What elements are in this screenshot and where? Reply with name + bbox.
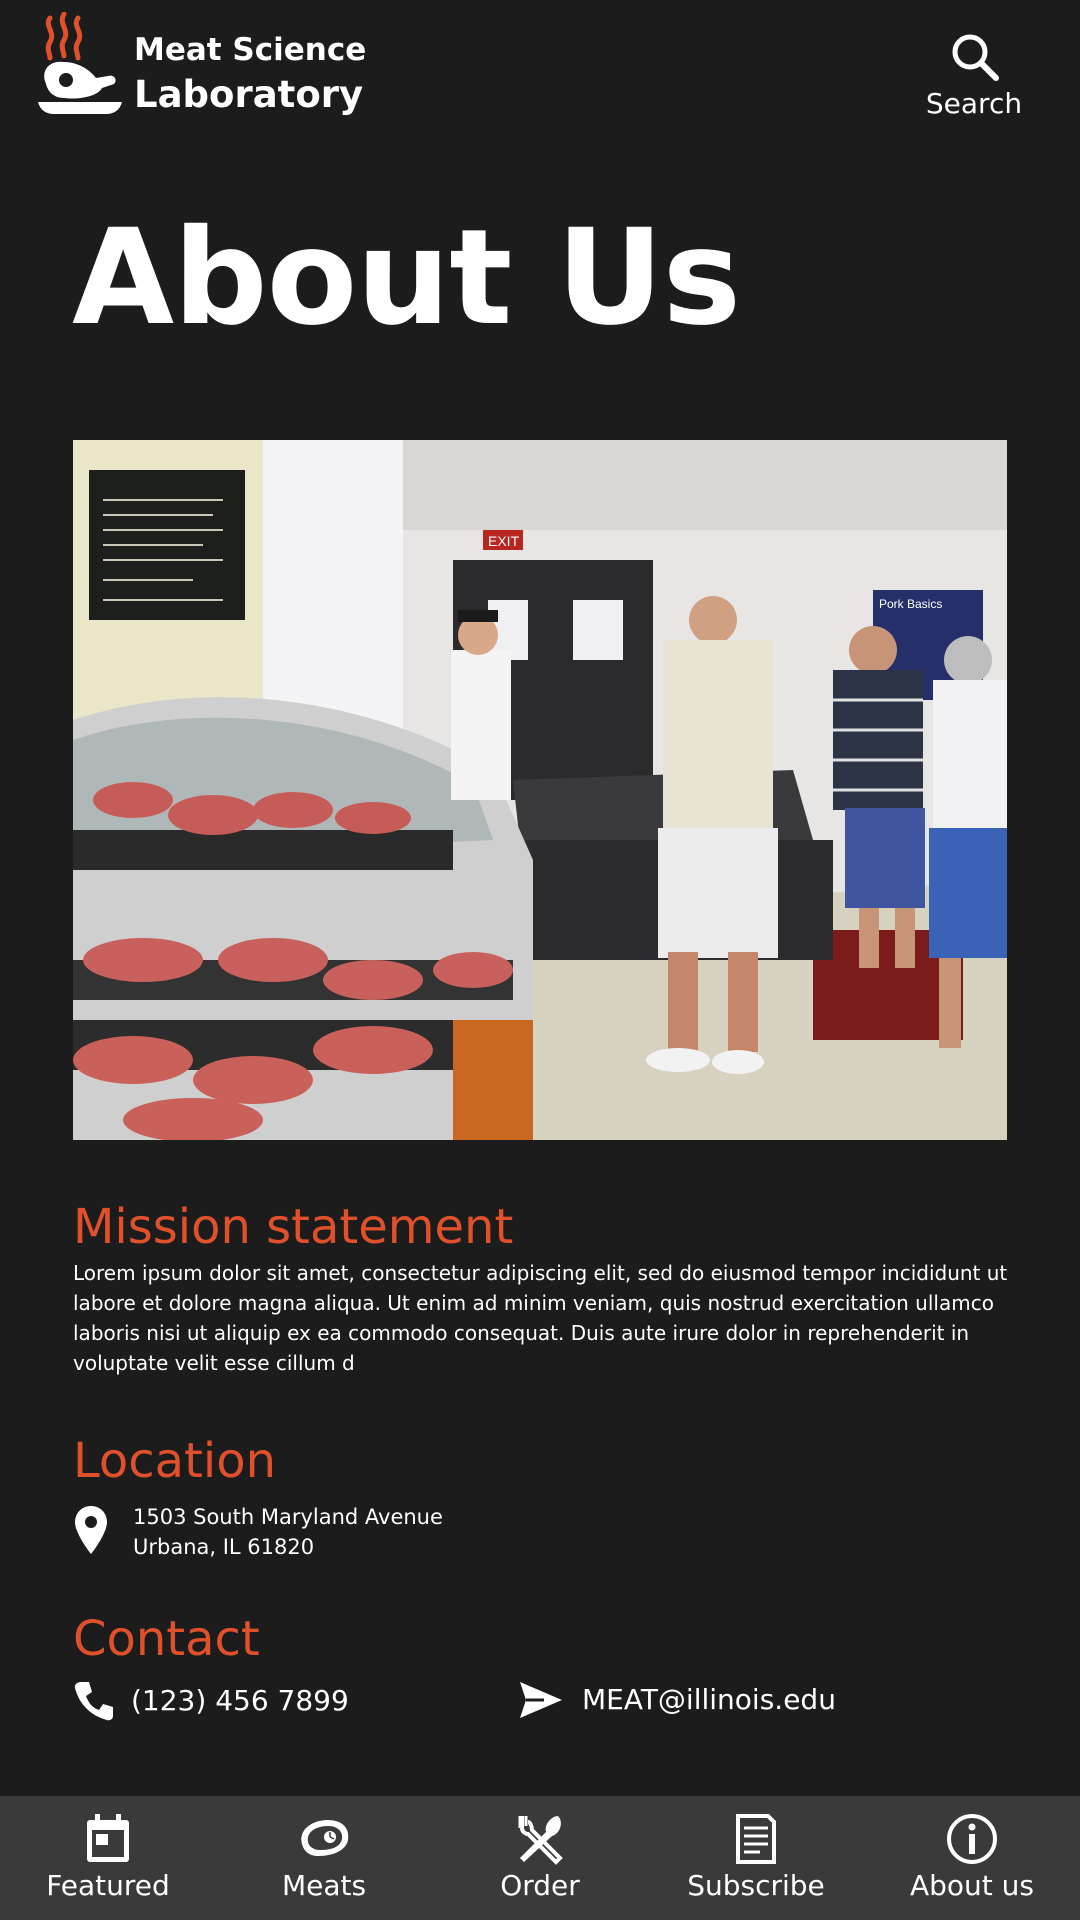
email-link[interactable]: MEAT@illinois.edu <box>518 1680 836 1720</box>
map-pin-icon <box>75 1506 107 1554</box>
mission-text: Lorem ipsum dolor sit amet, consectetur … <box>73 1261 1008 1375</box>
nav-item-subscribe[interactable]: Subscribe <box>648 1796 864 1920</box>
fork-knife-icon <box>518 1816 563 1865</box>
calendar-icon <box>87 1814 129 1862</box>
mission-heading: Mission statement <box>73 1199 514 1255</box>
steak-icon <box>301 1820 349 1856</box>
brand-logo[interactable]: Meat Science Laboratory <box>36 12 366 116</box>
email-address: MEAT@illinois.edu <box>582 1683 836 1716</box>
brand-line1: Meat Science <box>134 32 367 68</box>
nav-label-subscribe: Subscribe <box>687 1869 825 1902</box>
nav-item-featured[interactable]: Featured <box>0 1796 216 1920</box>
brand-name: Meat Science Laboratory <box>134 30 394 120</box>
bottom-nav: Featured Meats Order Subscribe About us <box>0 1796 1080 1920</box>
address-text: 1503 South Maryland Avenue Urbana, IL 61… <box>133 1502 443 1562</box>
nav-label-about: About us <box>909 1869 1035 1902</box>
exit-sign-text: EXIT <box>488 533 520 549</box>
search-icon <box>952 34 999 81</box>
send-icon <box>520 1682 562 1718</box>
info-icon <box>947 1814 997 1864</box>
ham-plate-icon <box>38 12 122 114</box>
phone-number: (123) 456 7899 <box>131 1684 349 1717</box>
location-heading: Location <box>73 1433 277 1489</box>
contact-heading: Contact <box>73 1611 260 1667</box>
brand-line2: Laboratory <box>134 73 364 116</box>
search-label: Search <box>925 87 1023 120</box>
hero-photo: EXIT Pork Basics <box>73 440 1007 1140</box>
poster-text: Pork Basics <box>879 597 942 611</box>
app-header: Meat Science Laboratory Search <box>0 0 1080 140</box>
search-button[interactable]: Search <box>924 30 1024 122</box>
document-icon <box>736 1814 776 1864</box>
meat-counter-photo: EXIT Pork Basics <box>73 440 1007 1140</box>
address-block[interactable]: 1503 South Maryland Avenue Urbana, IL 61… <box>73 1502 443 1562</box>
app-root: Meat Science Laboratory Search About Us <box>0 0 1080 1920</box>
phone-icon <box>74 1682 113 1721</box>
address-line1: 1503 South Maryland Avenue <box>133 1505 443 1529</box>
nav-item-order[interactable]: Order <box>432 1796 648 1920</box>
nav-label-order: Order <box>500 1869 580 1902</box>
page-title: About Us <box>72 201 741 355</box>
nav-label-meats: Meats <box>281 1869 367 1902</box>
nav-item-about[interactable]: About us <box>864 1796 1080 1920</box>
phone-link[interactable]: (123) 456 7899 <box>73 1680 349 1722</box>
address-line2: Urbana, IL 61820 <box>133 1535 315 1559</box>
nav-label-featured: Featured <box>46 1869 170 1902</box>
nav-item-meats[interactable]: Meats <box>216 1796 432 1920</box>
